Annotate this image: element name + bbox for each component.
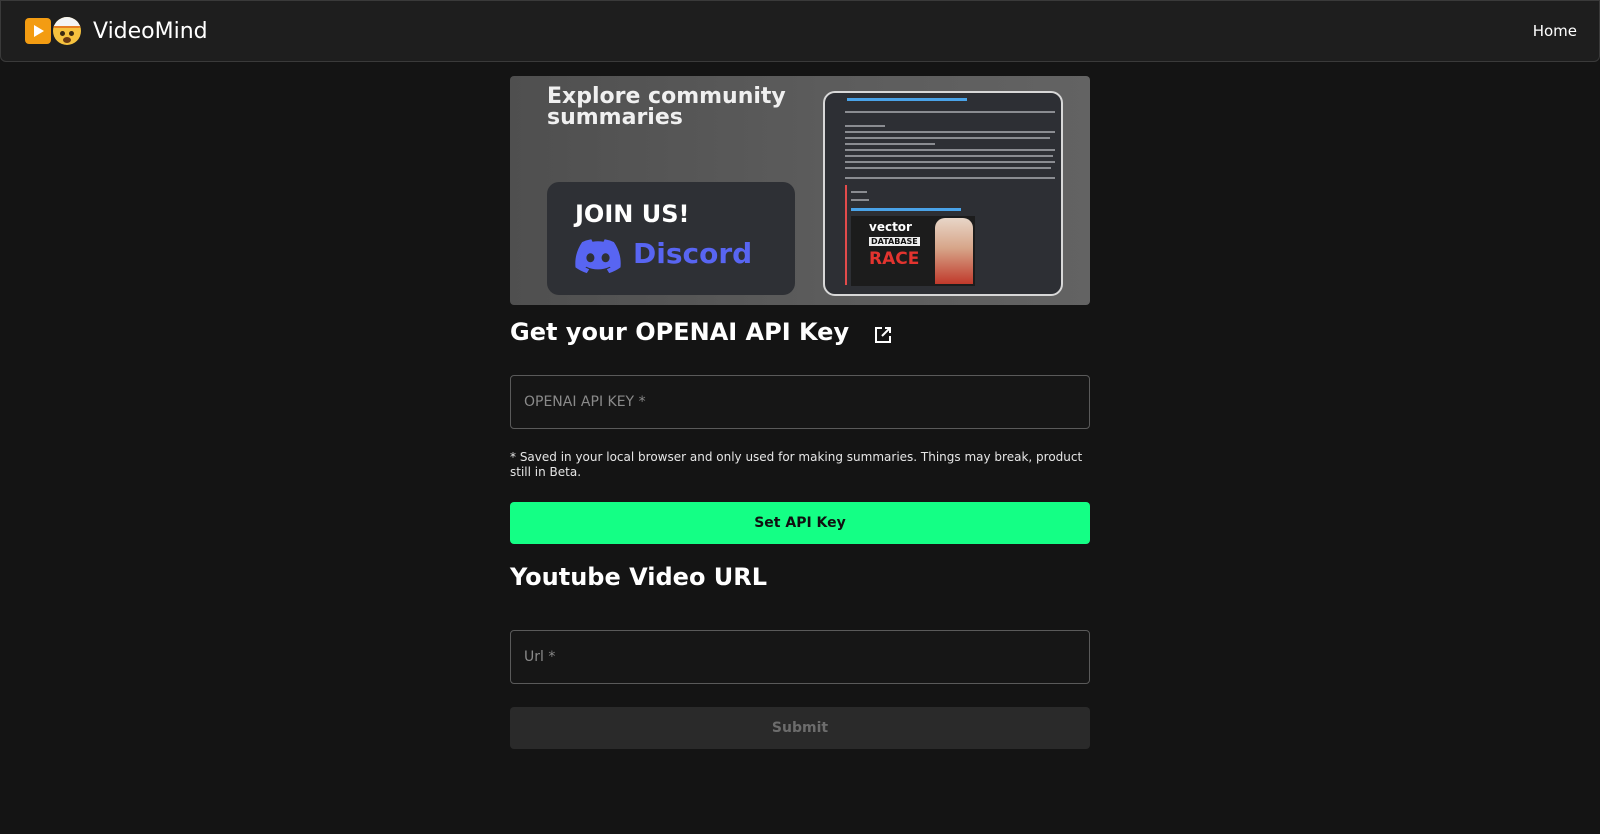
preview-text-line bbox=[845, 177, 1055, 179]
community-banner[interactable]: Explore community summaries JOIN US! Dis… bbox=[510, 76, 1090, 305]
openai-api-key-input[interactable] bbox=[510, 375, 1090, 429]
preview-quote-bar bbox=[845, 185, 847, 285]
discord-wordmark: Discord bbox=[633, 237, 753, 270]
submit-button[interactable]: Submit bbox=[510, 707, 1090, 749]
nav-home-link[interactable]: Home bbox=[1533, 22, 1577, 40]
thumb-text-race: RACE bbox=[869, 249, 920, 269]
preview-link-line bbox=[851, 208, 961, 211]
preview-text-line bbox=[845, 137, 1050, 139]
api-key-heading-text: Get your OPENAI API Key bbox=[510, 318, 850, 346]
thumb-text-vector: vector bbox=[869, 220, 912, 234]
preview-text-line bbox=[845, 161, 1055, 163]
youtube-url-heading-text: Youtube Video URL bbox=[510, 563, 768, 591]
navbar: VideoMind Home bbox=[0, 0, 1600, 62]
preview-text-line bbox=[845, 125, 885, 127]
preview-text-line bbox=[845, 131, 1055, 133]
set-api-key-button[interactable]: Set API Key bbox=[510, 502, 1090, 544]
preview-text-line bbox=[845, 149, 1055, 151]
thumb-text-database: DATABASE bbox=[869, 237, 920, 246]
banner-title: Explore community summaries bbox=[547, 84, 786, 130]
api-key-heading: Get your OPENAI API Key bbox=[510, 315, 1090, 349]
thumb-person bbox=[935, 218, 973, 284]
brand-logo[interactable]: VideoMind bbox=[25, 17, 208, 45]
preview-text-line bbox=[845, 111, 1055, 113]
youtube-url-heading: Youtube Video URL bbox=[510, 560, 1090, 594]
external-link-icon[interactable] bbox=[873, 325, 893, 345]
summary-preview-image: vector DATABASE RACE bbox=[823, 91, 1063, 296]
preview-text-line bbox=[851, 191, 867, 193]
join-us-text: JOIN US! bbox=[575, 200, 690, 228]
preview-text-line bbox=[845, 155, 1053, 157]
brand-name[interactable]: VideoMind bbox=[93, 19, 208, 44]
youtube-url-input[interactable] bbox=[510, 630, 1090, 684]
preview-text-line bbox=[845, 167, 1051, 169]
play-button-icon bbox=[25, 18, 51, 44]
preview-text-line bbox=[851, 199, 869, 201]
exploding-head-icon bbox=[53, 17, 81, 45]
preview-text-line bbox=[845, 143, 935, 145]
preview-url-line bbox=[847, 98, 967, 101]
main-content: Explore community summaries JOIN US! Dis… bbox=[510, 76, 1090, 749]
discord-icon bbox=[575, 239, 621, 274]
discord-join-card[interactable]: JOIN US! Discord bbox=[547, 182, 795, 295]
api-key-note: * Saved in your local browser and only u… bbox=[510, 450, 1083, 479]
preview-video-thumbnail: vector DATABASE RACE bbox=[851, 216, 975, 286]
